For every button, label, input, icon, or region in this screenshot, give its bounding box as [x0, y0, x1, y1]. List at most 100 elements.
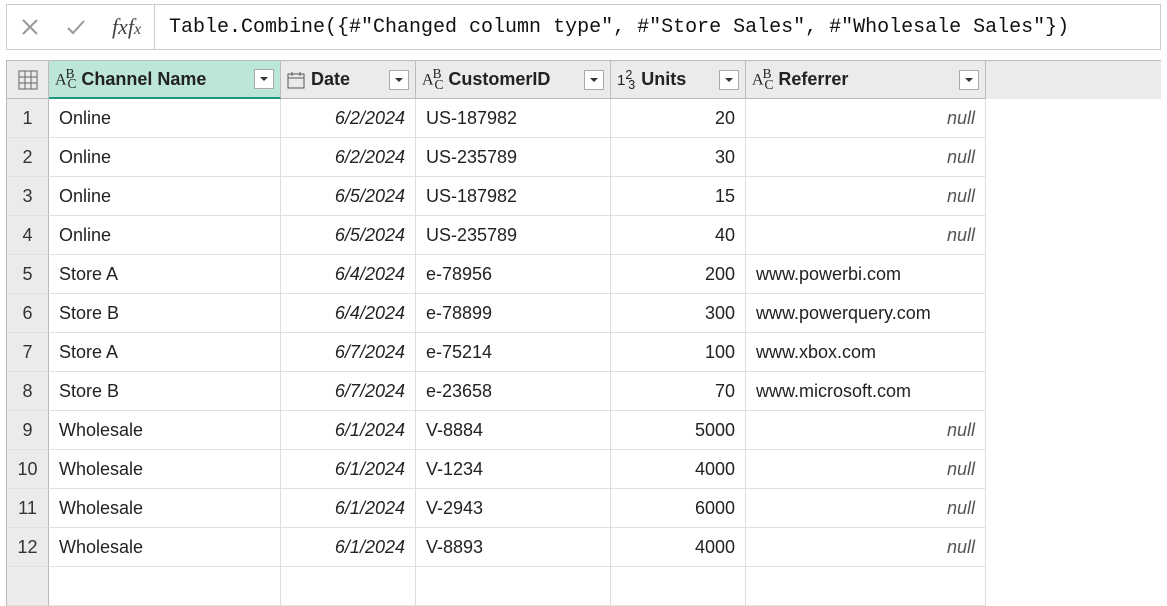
cell-date[interactable]: 6/5/2024	[281, 177, 416, 216]
cell-referrer[interactable]: null	[746, 138, 986, 177]
cell-channel[interactable]: Wholesale	[49, 528, 281, 567]
row-number[interactable]: 4	[7, 216, 49, 255]
table-row[interactable]: 9Wholesale6/1/2024V-88845000null	[7, 411, 1161, 450]
cell-date[interactable]: 6/1/2024	[281, 489, 416, 528]
cell-customerid[interactable]: US-187982	[416, 99, 611, 138]
cell-units[interactable]: 20	[611, 99, 746, 138]
cell-referrer[interactable]: null	[746, 216, 986, 255]
cell-referrer[interactable]: null	[746, 99, 986, 138]
column-header-units[interactable]: 123 Units	[611, 61, 746, 99]
formula-cancel-button[interactable]	[7, 5, 53, 49]
column-header-customerid[interactable]: ABC CustomerID	[416, 61, 611, 99]
select-all-corner[interactable]	[7, 61, 49, 99]
column-header-channel-name[interactable]: ABC Channel Name	[49, 61, 281, 99]
cell-date[interactable]: 6/1/2024	[281, 450, 416, 489]
cell-referrer[interactable]: null	[746, 177, 986, 216]
cell-units[interactable]: 15	[611, 177, 746, 216]
formula-confirm-button[interactable]	[53, 5, 99, 49]
cell-units[interactable]: 5000	[611, 411, 746, 450]
cell-channel[interactable]: Store A	[49, 255, 281, 294]
table-row[interactable]: 3Online6/5/2024US-18798215null	[7, 177, 1161, 216]
cell-channel[interactable]: Online	[49, 138, 281, 177]
cell-units[interactable]: 4000	[611, 528, 746, 567]
row-number[interactable]: 3	[7, 177, 49, 216]
cell-units[interactable]: 30	[611, 138, 746, 177]
cell-units[interactable]: 100	[611, 333, 746, 372]
cell-referrer[interactable]: www.powerquery.com	[746, 294, 986, 333]
cell-units[interactable]: 40	[611, 216, 746, 255]
cell-referrer[interactable]: www.powerbi.com	[746, 255, 986, 294]
cell-referrer[interactable]: null	[746, 450, 986, 489]
cell-channel[interactable]: Wholesale	[49, 489, 281, 528]
row-number[interactable]: 6	[7, 294, 49, 333]
table-row[interactable]: 12Wholesale6/1/2024V-88934000null	[7, 528, 1161, 567]
formula-input[interactable]	[155, 5, 1160, 49]
cell-channel[interactable]: Online	[49, 177, 281, 216]
cell-referrer[interactable]: null	[746, 411, 986, 450]
cell-units[interactable]: 300	[611, 294, 746, 333]
cell-referrer[interactable]: null	[746, 489, 986, 528]
cell-channel[interactable]: Online	[49, 216, 281, 255]
cell-customerid[interactable]: V-1234	[416, 450, 611, 489]
cell-date[interactable]: 6/2/2024	[281, 99, 416, 138]
row-number[interactable]: 11	[7, 489, 49, 528]
table-row[interactable]: 5Store A6/4/2024e-78956200www.powerbi.co…	[7, 255, 1161, 294]
cell-customerid[interactable]: e-75214	[416, 333, 611, 372]
filter-button[interactable]	[719, 70, 739, 90]
cell-referrer[interactable]: www.microsoft.com	[746, 372, 986, 411]
close-icon	[20, 17, 40, 37]
filter-button[interactable]	[959, 70, 979, 90]
cell-date[interactable]: 6/4/2024	[281, 255, 416, 294]
table-row[interactable]: 8Store B6/7/2024e-2365870www.microsoft.c…	[7, 372, 1161, 411]
cell-units[interactable]: 6000	[611, 489, 746, 528]
cell-customerid[interactable]: V-8884	[416, 411, 611, 450]
cell-channel[interactable]: Store B	[49, 372, 281, 411]
cell-customerid[interactable]: US-187982	[416, 177, 611, 216]
cell-customerid[interactable]: e-78956	[416, 255, 611, 294]
table-row[interactable]: 1Online6/2/2024US-18798220null	[7, 99, 1161, 138]
table-row[interactable]: 10Wholesale6/1/2024V-12344000null	[7, 450, 1161, 489]
table-row[interactable]: 4Online6/5/2024US-23578940null	[7, 216, 1161, 255]
cell-customerid[interactable]: US-235789	[416, 216, 611, 255]
cell-date[interactable]: 6/1/2024	[281, 528, 416, 567]
table-row[interactable]: 2Online6/2/2024US-23578930null	[7, 138, 1161, 177]
cell-date[interactable]: 6/1/2024	[281, 411, 416, 450]
row-number[interactable]: 2	[7, 138, 49, 177]
cell-date[interactable]: 6/2/2024	[281, 138, 416, 177]
table-row[interactable]: 11Wholesale6/1/2024V-29436000null	[7, 489, 1161, 528]
row-number[interactable]: 5	[7, 255, 49, 294]
cell-date[interactable]: 6/5/2024	[281, 216, 416, 255]
cell-customerid[interactable]: V-8893	[416, 528, 611, 567]
check-icon	[65, 16, 87, 38]
cell-referrer[interactable]: www.xbox.com	[746, 333, 986, 372]
column-header-referrer[interactable]: ABC Referrer	[746, 61, 986, 99]
cell-referrer[interactable]: null	[746, 528, 986, 567]
cell-customerid[interactable]: e-23658	[416, 372, 611, 411]
cell-date[interactable]: 6/7/2024	[281, 372, 416, 411]
row-number[interactable]: 10	[7, 450, 49, 489]
cell-channel[interactable]: Store A	[49, 333, 281, 372]
table-row[interactable]: 7Store A6/7/2024e-75214100www.xbox.com	[7, 333, 1161, 372]
cell-units[interactable]: 4000	[611, 450, 746, 489]
table-row[interactable]: 6Store B6/4/2024e-78899300www.powerquery…	[7, 294, 1161, 333]
cell-customerid[interactable]: US-235789	[416, 138, 611, 177]
cell-channel[interactable]: Online	[49, 99, 281, 138]
row-number[interactable]: 12	[7, 528, 49, 567]
row-number[interactable]: 8	[7, 372, 49, 411]
cell-customerid[interactable]: e-78899	[416, 294, 611, 333]
column-header-date[interactable]: Date	[281, 61, 416, 99]
cell-units[interactable]: 70	[611, 372, 746, 411]
cell-units[interactable]: 200	[611, 255, 746, 294]
filter-button[interactable]	[584, 70, 604, 90]
filter-button[interactable]	[254, 69, 274, 89]
cell-customerid[interactable]: V-2943	[416, 489, 611, 528]
cell-channel[interactable]: Store B	[49, 294, 281, 333]
row-number[interactable]: 7	[7, 333, 49, 372]
row-number[interactable]: 9	[7, 411, 49, 450]
filter-button[interactable]	[389, 70, 409, 90]
row-number[interactable]: 1	[7, 99, 49, 138]
cell-date[interactable]: 6/4/2024	[281, 294, 416, 333]
cell-date[interactable]: 6/7/2024	[281, 333, 416, 372]
cell-channel[interactable]: Wholesale	[49, 411, 281, 450]
cell-channel[interactable]: Wholesale	[49, 450, 281, 489]
